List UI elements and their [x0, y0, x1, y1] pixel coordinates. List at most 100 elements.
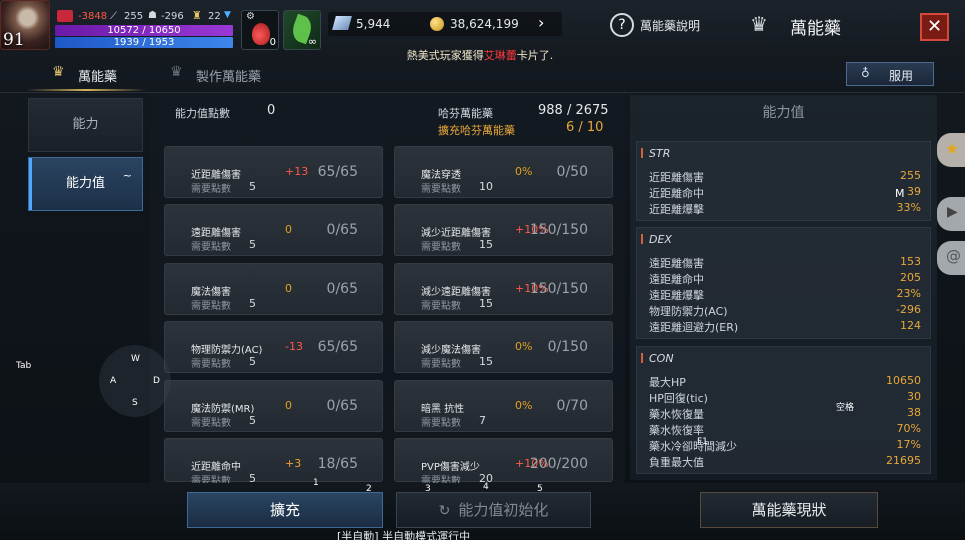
trophy-icon: ♜ — [192, 9, 202, 22]
favorite-tab[interactable]: ★ — [937, 133, 965, 167]
elixir-status-button[interactable]: 萬能藥現狀 — [700, 492, 878, 528]
red-potion-icon — [252, 23, 270, 45]
key-f1: F1 — [697, 437, 708, 447]
player-level: 91 — [3, 30, 25, 50]
stat-card-magic-reduction[interactable]: 減少魔法傷害 需要點數 15 0% 0/150 — [394, 321, 613, 373]
chevron-right-icon[interactable]: › — [538, 13, 544, 32]
tab-elixir[interactable]: 萬能藥 — [78, 66, 117, 85]
reset-button-label: 能力值初始化 — [458, 501, 549, 519]
key-tab: Tab — [16, 361, 32, 371]
card-name: 魔法防禦(MR) — [191, 404, 255, 415]
card-name: 物理防禦力(AC) — [191, 345, 263, 356]
currency-bar: 5,944 38,624,199 › — [328, 12, 562, 36]
card-delta: 0 — [285, 223, 292, 236]
card-value: 0/150 — [547, 339, 588, 355]
card-name: 近距離命中 — [191, 462, 241, 473]
toggle-icon: ~ — [122, 169, 132, 182]
card-name: 減少近距離傷害 — [421, 228, 491, 239]
stat-card-melee-reduction[interactable]: 減少近距離傷害 需要點數 15 +10% 150/150 — [394, 204, 613, 256]
card-name: 減少遠距離傷害 — [421, 287, 491, 298]
tab-craft[interactable]: 製作萬能藥 — [196, 66, 261, 85]
card-need-value: 15 — [479, 238, 493, 251]
stat-card-melee-damage[interactable]: 近距離傷害 需要點數 5 +13 65/65 — [164, 146, 383, 198]
card-value: 0/70 — [556, 398, 588, 414]
card-need-value: 15 — [479, 297, 493, 310]
card-need-value: 5 — [249, 355, 256, 368]
expand-value: 6 / 10 — [566, 120, 604, 135]
card-value: 0/50 — [556, 164, 588, 180]
stat-row: 近距離傷害 255 — [649, 169, 921, 184]
stat-card-physical-defense[interactable]: 物理防禦力(AC) 需要點數 5 -13 65/65 — [164, 321, 383, 373]
stat-card-magic-penetration[interactable]: 魔法穿透 需要點數 10 0% 0/50 — [394, 146, 613, 198]
stat-rank: 22 — [208, 11, 221, 22]
card-need-value: 15 — [479, 355, 493, 368]
crown-icon: ♛ — [750, 12, 768, 36]
card-need-value: 10 — [479, 180, 493, 193]
system-notice: 熱美式玩家獲得艾琳蕾卡片了. — [406, 49, 554, 62]
stat-defense: -296 — [161, 11, 184, 22]
gear-icon: ⚙ — [246, 11, 255, 22]
card-value: 150/150 — [529, 281, 588, 297]
card-value: 0/65 — [326, 398, 358, 414]
side-tab-ability-value-label: 能力值 — [65, 176, 105, 191]
swirl-tab[interactable]: @ — [937, 241, 965, 275]
tab-underline — [26, 89, 146, 91]
card-need-label: 需要點數 — [421, 184, 461, 195]
card-need-label: 需要點數 — [191, 184, 231, 195]
card-delta: 0% — [515, 340, 533, 353]
herb-slot[interactable]: ∞ — [283, 10, 321, 50]
card-value: 0/65 — [326, 281, 358, 297]
card-value: 200/200 — [529, 456, 588, 472]
potion-icon: ♁ — [861, 66, 870, 80]
elixir-value: 988 / 2675 — [538, 103, 609, 118]
page-title: 萬能藥 — [790, 19, 841, 39]
play-icon: ▶ — [947, 204, 958, 220]
stat-row: 物理防禦力(AC) -296 — [649, 303, 921, 318]
stat-row: 藥水恢復量 38 — [649, 406, 921, 421]
side-tab-ability-value[interactable]: 能力值 ~ — [28, 157, 143, 211]
card-name: 遠距離傷害 — [191, 228, 241, 239]
key-s: S — [132, 398, 138, 408]
use-button[interactable]: ♁ 服用 — [846, 62, 934, 86]
stat-card-magic-defense[interactable]: 魔法防禦(MR) 需要點數 5 0 0/65 — [164, 380, 383, 432]
expand-button[interactable]: 擴充 — [187, 492, 383, 528]
stat-row: 近距離命中 39 — [649, 185, 921, 200]
stat-card-dark-resist[interactable]: 暗黑 抗性 需要點數 7 0% 0/70 — [394, 380, 613, 432]
card-name: 魔法穿透 — [421, 170, 461, 181]
play-tab[interactable]: ▶ — [937, 197, 965, 231]
refresh-icon: ↻ — [438, 503, 451, 519]
points-value: 0 — [267, 103, 276, 118]
expand-label: 擴充哈芬萬能藥 — [438, 124, 515, 137]
stat-card-melee-hit[interactable]: 近距離命中 需要點數 5 +3 18/65 — [164, 438, 383, 487]
side-tab-ability[interactable]: 能力 — [28, 98, 143, 152]
stat-row: 遠距離命中 205 — [649, 271, 921, 286]
card-need-value: 5 — [249, 180, 256, 193]
stats-panel-title: 能力值 — [762, 105, 805, 121]
slot-count: 0 — [269, 37, 276, 48]
key-m: M — [895, 187, 905, 200]
stat-card-pvp-reduction[interactable]: PVP傷害減少 需要點數 20 +10% 200/200 — [394, 438, 613, 487]
auto-mode-status: [半自動] 半自動模式運行中 — [337, 530, 471, 540]
help-label[interactable]: 萬能藥說明 — [640, 17, 700, 34]
dex-section: DEX 遠距離傷害 153 遠距離命中 205 遠距離爆擊 23% 物理防禦力(AC)… — [636, 227, 931, 339]
stat-attack: 255 — [124, 11, 144, 22]
close-button[interactable]: ✕ — [920, 13, 949, 41]
reset-button[interactable]: ↻ 能力值初始化 — [396, 492, 591, 528]
points-label: 能力值點數 — [175, 107, 230, 120]
app-window: { "player":{"level":"91","stat1":"-3848"… — [0, 0, 965, 540]
key-space: 空格 — [836, 403, 855, 413]
caret-down-icon[interactable]: ▼ — [224, 10, 231, 20]
elixir-tab-icon: ♛ — [52, 64, 65, 80]
heart-icon — [57, 10, 73, 22]
card-value: 65/65 — [317, 339, 358, 355]
use-button-label: 服用 — [889, 69, 914, 83]
card-need-label: 需要點數 — [421, 242, 461, 253]
swirl-icon: @ — [946, 247, 961, 265]
stat-card-ranged-damage[interactable]: 遠距離傷害 需要點數 5 0 0/65 — [164, 204, 383, 256]
stat-card-magic-damage[interactable]: 魔法傷害 需要點數 5 0 0/65 — [164, 263, 383, 315]
stat-row: 遠距離迴避力(ER) 124 — [649, 319, 921, 334]
key-a: A — [110, 376, 117, 386]
potion-slot[interactable]: ⚙ 0 — [241, 10, 279, 50]
help-icon[interactable]: ? — [610, 13, 634, 37]
stat-card-ranged-reduction[interactable]: 減少遠距離傷害 需要點數 15 +10% 150/150 — [394, 263, 613, 315]
